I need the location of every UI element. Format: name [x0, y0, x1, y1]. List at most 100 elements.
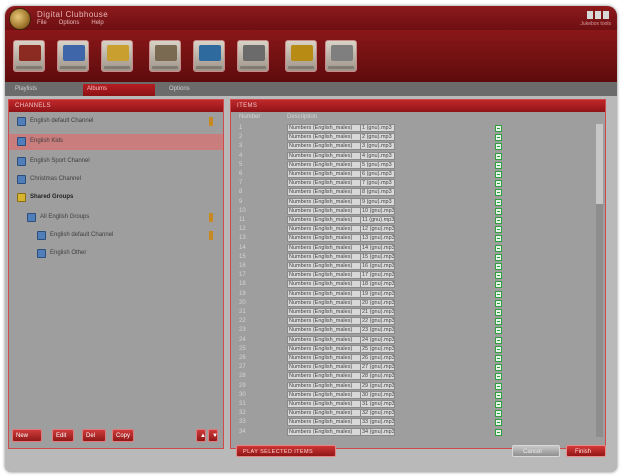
channel-item[interactable]: Shared Groups — [9, 190, 223, 206]
table-row[interactable]: 3 Numbers (English_males) 3 (gnu).mp3 — [237, 142, 597, 151]
item-checkbox[interactable] — [495, 263, 502, 270]
item-checkbox[interactable] — [495, 419, 502, 427]
table-row[interactable]: 20 Numbers (English_males) 20 (gnu).mp3 — [237, 298, 597, 308]
table-row[interactable]: 24 Numbers (English_males) 24 (gnu).mp3 — [237, 335, 597, 345]
table-row[interactable]: 25 Numbers (English_males) 25 (gnu).mp3 — [237, 344, 597, 354]
items-scrollbar[interactable] — [596, 124, 603, 437]
table-row[interactable]: 33 Numbers (English_males) 33 (gnu).mp3 — [237, 418, 597, 427]
menu-help[interactable]: Help — [91, 20, 103, 26]
tab-albums[interactable]: Albums — [83, 84, 155, 96]
toolbar-settings-button[interactable] — [237, 40, 269, 72]
item-checkbox[interactable] — [495, 152, 502, 160]
move-down-button[interactable]: ▼ — [208, 429, 218, 442]
table-row[interactable]: 34 Numbers (English_males) 34 (gnu).mp3 — [237, 427, 597, 437]
table-row[interactable]: 13 Numbers (English_males) 13 (gnu).mp3 — [237, 234, 597, 243]
table-row[interactable]: 2 Numbers (English_males) 2 (gnu).mp3 — [237, 133, 597, 142]
table-row[interactable]: 28 Numbers (English_males) 28 (gnu).mp3 — [237, 372, 597, 381]
item-checkbox[interactable] — [495, 125, 502, 132]
table-row[interactable]: 16 Numbers (English_males) 16 (gnu).mp3 — [237, 262, 597, 271]
column-number[interactable]: Number — [239, 114, 260, 120]
minimize-icon[interactable] — [587, 11, 593, 19]
play-selected-button[interactable]: PLAY SELECTED ITEMS — [236, 445, 336, 457]
toolbar-mixer-button[interactable] — [57, 40, 89, 72]
item-checkbox[interactable] — [495, 189, 502, 197]
table-row[interactable]: 19 Numbers (English_males) 19 (gnu).mp3 — [237, 289, 597, 299]
menu-file[interactable]: File — [37, 20, 47, 26]
item-checkbox[interactable] — [495, 253, 502, 261]
toolbar-umbrella-button[interactable] — [13, 40, 45, 72]
item-checkbox[interactable] — [495, 198, 502, 206]
menu-options[interactable]: Options — [59, 20, 80, 26]
table-row[interactable]: 12 Numbers (English_males) 12 (gnu).mp3 — [237, 225, 597, 234]
toolbar-pin-button[interactable] — [285, 40, 317, 72]
item-checkbox[interactable] — [495, 134, 502, 142]
table-row[interactable]: 32 Numbers (English_males) 32 (gnu).mp3 — [237, 409, 597, 418]
table-row[interactable]: 6 Numbers (English_males) 6 (gnu).mp3 — [237, 170, 597, 179]
channel-item[interactable]: English default Channel — [9, 114, 223, 130]
table-row[interactable]: 11 Numbers (English_males) 11 (gnu).mp3 — [237, 216, 597, 225]
toolbar-edit-button[interactable] — [149, 40, 181, 72]
edit-channel-button[interactable]: Edit — [52, 429, 74, 442]
item-checkbox[interactable] — [495, 428, 502, 436]
maximize-icon[interactable] — [595, 11, 601, 19]
table-row[interactable]: 26 Numbers (English_males) 26 (gnu).mp3 — [237, 354, 597, 363]
close-icon[interactable] — [603, 11, 609, 19]
item-checkbox[interactable] — [495, 401, 502, 408]
item-checkbox[interactable] — [495, 391, 502, 399]
table-row[interactable]: 27 Numbers (English_males) 27 (gnu).mp3 — [237, 363, 597, 372]
table-row[interactable]: 9 Numbers (English_males) 9 (gnu).mp3 — [237, 197, 597, 207]
table-row[interactable]: 23 Numbers (English_males) 23 (gnu).mp3 — [237, 326, 597, 335]
item-checkbox[interactable] — [495, 235, 502, 243]
cancel-button[interactable]: Cancel — [512, 445, 560, 457]
tab-options[interactable]: Options — [165, 84, 225, 96]
move-up-button[interactable]: ▲ — [196, 429, 206, 442]
table-row[interactable]: 5 Numbers (English_males) 5 (gnu).mp3 — [237, 160, 597, 170]
table-row[interactable]: 14 Numbers (English_males) 14 (gnu).mp3 — [237, 243, 597, 253]
item-checkbox[interactable] — [495, 382, 502, 390]
item-checkbox[interactable] — [495, 410, 502, 418]
item-checkbox[interactable] — [495, 217, 502, 224]
table-row[interactable]: 31 Numbers (English_males) 31 (gnu).mp3 — [237, 400, 597, 409]
copy-channel-button[interactable]: Copy — [112, 429, 134, 442]
item-checkbox[interactable] — [495, 309, 502, 316]
item-checkbox[interactable] — [495, 345, 502, 353]
item-checkbox[interactable] — [495, 161, 502, 169]
item-checkbox[interactable] — [495, 355, 502, 362]
item-checkbox[interactable] — [495, 272, 502, 280]
item-checkbox[interactable] — [495, 290, 502, 298]
table-row[interactable]: 10 Numbers (English_males) 10 (gnu).mp3 — [237, 206, 597, 216]
table-row[interactable]: 8 Numbers (English_males) 8 (gnu).mp3 — [237, 188, 597, 197]
column-description[interactable]: Description — [287, 114, 317, 120]
item-checkbox[interactable] — [495, 318, 502, 326]
channel-item[interactable]: All English Groups — [9, 210, 223, 226]
delete-channel-button[interactable]: Del — [82, 429, 106, 442]
channel-item[interactable]: English Other — [9, 246, 223, 262]
new-channel-button[interactable]: New — [12, 429, 42, 442]
item-checkbox[interactable] — [495, 364, 502, 372]
item-checkbox[interactable] — [495, 244, 502, 252]
table-row[interactable]: 17 Numbers (English_males) 17 (gnu).mp3 — [237, 271, 597, 280]
item-checkbox[interactable] — [495, 226, 502, 234]
table-row[interactable]: 18 Numbers (English_males) 18 (gnu).mp3 — [237, 280, 597, 289]
item-checkbox[interactable] — [495, 336, 502, 344]
tab-playlists[interactable]: Playlists — [11, 84, 71, 96]
toolbar-globe-button[interactable] — [193, 40, 225, 72]
scrollbar-thumb[interactable] — [596, 124, 603, 204]
item-checkbox[interactable] — [495, 207, 502, 215]
channel-item[interactable]: Christmas Channel — [9, 172, 223, 188]
finish-button[interactable]: Finish — [566, 445, 606, 457]
item-checkbox[interactable] — [495, 281, 502, 289]
table-row[interactable]: 15 Numbers (English_males) 15 (gnu).mp3 — [237, 252, 597, 262]
channel-item[interactable]: English Sport Channel — [9, 154, 223, 170]
channel-item[interactable]: English Kids — [9, 134, 223, 150]
item-checkbox[interactable] — [495, 180, 502, 188]
item-checkbox[interactable] — [495, 171, 502, 178]
table-row[interactable]: 22 Numbers (English_males) 22 (gnu).mp3 — [237, 317, 597, 326]
item-checkbox[interactable] — [495, 373, 502, 381]
table-row[interactable]: 1 Numbers (English_males) 1 (gnu).mp3 — [237, 124, 597, 133]
item-checkbox[interactable] — [495, 143, 502, 151]
table-row[interactable]: 29 Numbers (English_males) 29 (gnu).mp3 — [237, 381, 597, 391]
item-checkbox[interactable] — [495, 299, 502, 307]
table-row[interactable]: 21 Numbers (English_males) 21 (gnu).mp3 — [237, 308, 597, 317]
channel-item[interactable]: English default Channel — [9, 228, 223, 244]
